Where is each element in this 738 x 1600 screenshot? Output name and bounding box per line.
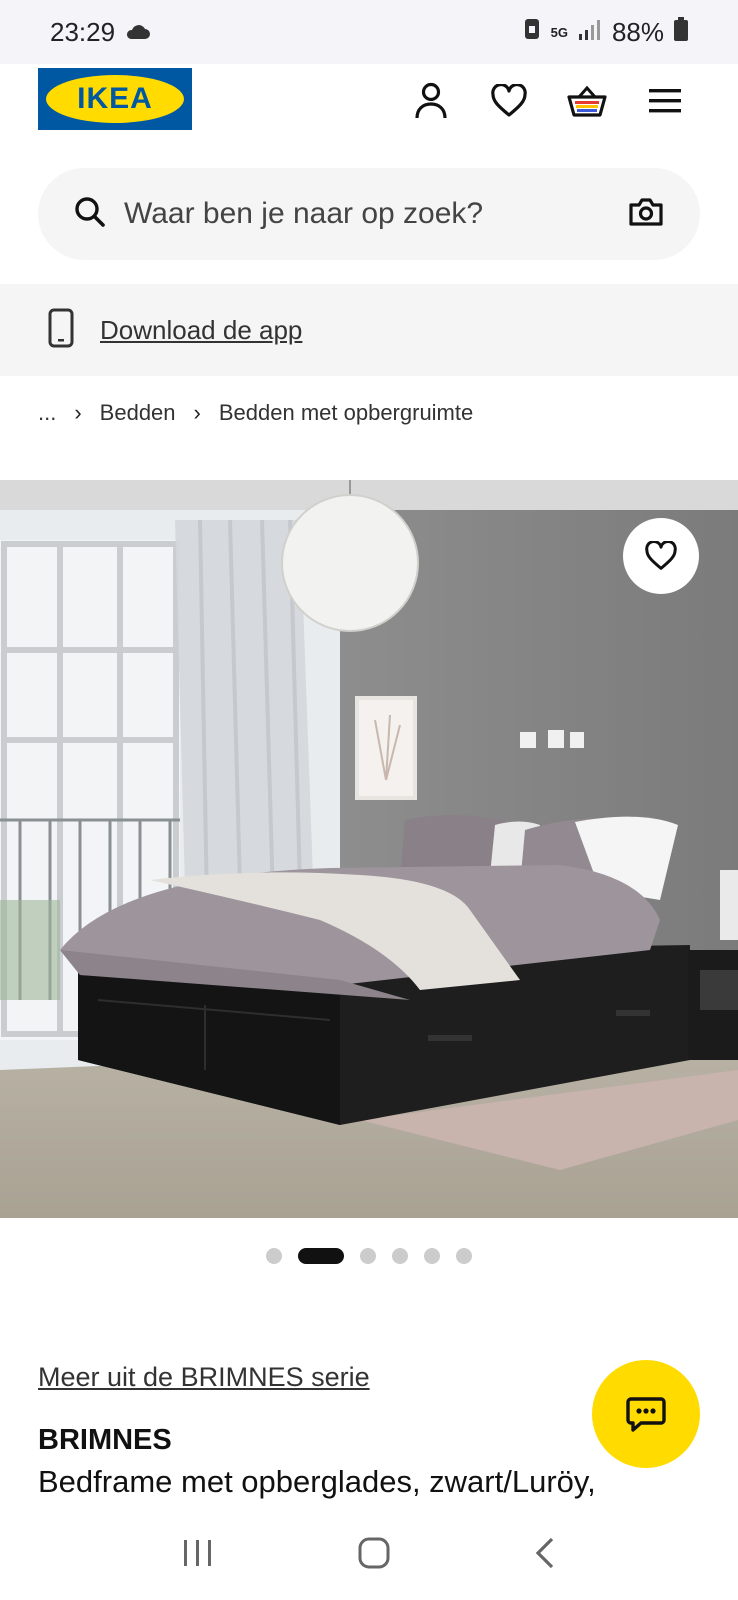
logo-text: IKEA bbox=[77, 82, 153, 115]
download-app-bar: Download de app bbox=[0, 284, 738, 376]
series-link[interactable]: Meer uit de BRIMNES serie bbox=[38, 1362, 370, 1393]
status-time-group: 23:29 bbox=[50, 17, 151, 48]
product-image[interactable] bbox=[0, 480, 738, 1218]
heart-icon bbox=[645, 541, 677, 570]
search-input[interactable]: Waar ben je naar op zoek? bbox=[124, 197, 628, 231]
signal-icon bbox=[578, 17, 602, 48]
bedroom-illustration bbox=[0, 480, 738, 1218]
sim-icon bbox=[523, 17, 541, 48]
basket-icon[interactable] bbox=[566, 80, 608, 122]
status-right-group: 5G 88% bbox=[523, 16, 688, 48]
chevron-right-icon: › bbox=[193, 400, 201, 425]
chat-button[interactable] bbox=[592, 1360, 700, 1468]
carousel-dot[interactable] bbox=[392, 1248, 408, 1264]
battery-icon bbox=[674, 16, 688, 48]
battery-percent: 88% bbox=[611, 16, 664, 47]
search-icon bbox=[74, 196, 106, 233]
breadcrumb-ellipsis[interactable]: ... bbox=[38, 400, 56, 426]
status-time: 23:29 bbox=[50, 16, 116, 47]
download-app-link[interactable]: Download de app bbox=[100, 315, 302, 346]
product-name: BRIMNES bbox=[38, 1424, 172, 1456]
menu-icon[interactable] bbox=[644, 80, 686, 122]
chat-bubble-icon bbox=[626, 1397, 666, 1432]
phone-icon bbox=[48, 308, 74, 353]
carousel-dot[interactable] bbox=[424, 1248, 440, 1264]
cloud-icon bbox=[125, 17, 151, 48]
camera-icon[interactable] bbox=[628, 197, 664, 232]
account-icon[interactable] bbox=[410, 80, 452, 122]
favourite-button[interactable] bbox=[623, 518, 699, 594]
system-nav-bar bbox=[0, 1510, 738, 1600]
logo-oval: IKEA bbox=[46, 75, 184, 123]
breadcrumb: ... › Bedden › Bedden met opbergruimte bbox=[38, 400, 473, 426]
header-icons bbox=[410, 80, 686, 122]
home-icon[interactable] bbox=[357, 1536, 391, 1575]
chevron-right-icon: › bbox=[74, 400, 82, 425]
search-bar[interactable]: Waar ben je naar op zoek? bbox=[38, 168, 700, 260]
carousel-dot[interactable] bbox=[456, 1248, 472, 1264]
carousel-dot-active[interactable] bbox=[298, 1248, 344, 1264]
carousel-dots bbox=[0, 1248, 738, 1264]
recents-icon[interactable] bbox=[181, 1538, 215, 1573]
ikea-logo[interactable]: IKEA bbox=[38, 68, 192, 130]
heart-icon[interactable] bbox=[488, 80, 530, 122]
breadcrumb-item-bedden-opberg[interactable]: Bedden met opbergruimte bbox=[219, 400, 473, 426]
network-type: 5G bbox=[550, 24, 568, 40]
breadcrumb-item-bedden[interactable]: Bedden bbox=[100, 400, 176, 426]
carousel-dot[interactable] bbox=[360, 1248, 376, 1264]
site-header: IKEA bbox=[0, 64, 738, 164]
status-bar: 23:29 5G 88% bbox=[0, 0, 738, 64]
carousel-dot[interactable] bbox=[266, 1248, 282, 1264]
back-icon[interactable] bbox=[533, 1536, 557, 1575]
